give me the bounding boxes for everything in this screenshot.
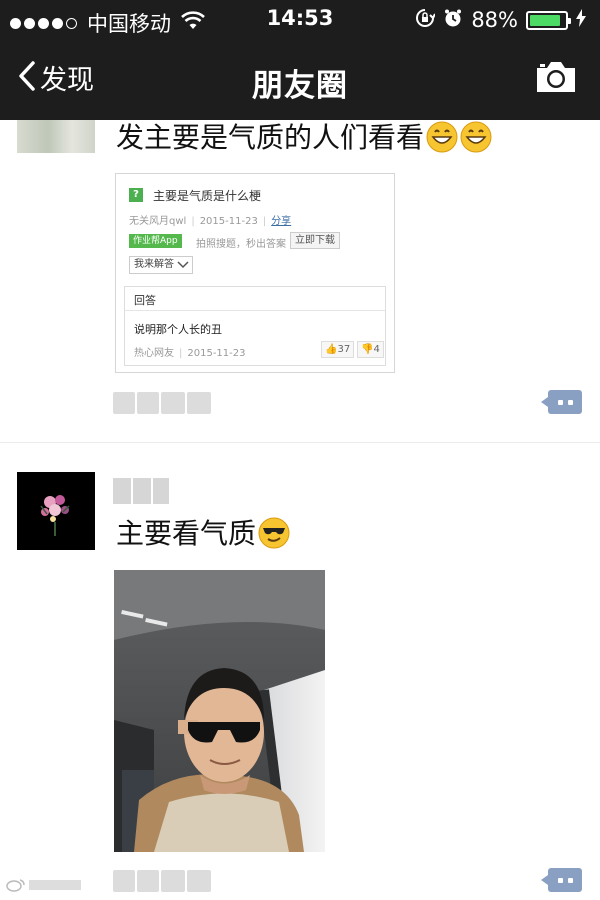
answer-box: 回答 说明那个人长的丑 热心网友 | 2015-11-23 👍37 👎4: [124, 286, 386, 366]
comment-button[interactable]: [541, 868, 582, 892]
sunglasses-face-emoji-icon: [258, 517, 290, 558]
app-badge: 作业帮App: [129, 234, 182, 248]
post-time-blurred: [113, 870, 211, 892]
grinning-face-emoji-icon: [460, 121, 492, 162]
grinning-face-emoji-icon: [426, 121, 458, 162]
avatar[interactable]: [17, 120, 95, 153]
selfie-in-car-photo: [114, 570, 325, 852]
question-icon: ?: [129, 188, 143, 202]
app-promo-text: 拍照搜题，秒出答案: [196, 239, 286, 250]
post-text-content: 主要看气质: [116, 517, 257, 550]
question-title: 主要是气质是什么梗: [153, 189, 262, 203]
moments-feed[interactable]: 发主要是气质的人们看看 ? 主要是气质是什么梗 无关风月qwl | 2015-11-…: [0, 120, 600, 900]
flowers-avatar-image: [17, 472, 95, 550]
like-count: 👍37: [321, 341, 355, 358]
shared-screenshot-image[interactable]: ? 主要是气质是什么梗 无关风月qwl | 2015-11-23 | 分享 作业帮App…: [115, 173, 395, 373]
battery-level-fill: [530, 14, 560, 26]
weibo-logo-icon: [6, 879, 25, 892]
answer-button-label: 我来解答: [134, 259, 174, 270]
share-link: 分享: [271, 216, 292, 227]
rotation-lock-icon: [415, 8, 437, 32]
post-photo[interactable]: [114, 570, 325, 852]
post-text: 主要看气质: [116, 516, 290, 558]
question-date: 2015-11-23: [199, 216, 258, 227]
username-blurred: [113, 478, 169, 504]
post-text-content: 发主要是气质的人们看看: [116, 121, 425, 154]
page-title: 朋友圈: [252, 68, 348, 104]
watermark-logo: [6, 878, 81, 892]
dislike-count: 👎4: [357, 341, 384, 358]
battery-percent: 88%: [471, 8, 518, 32]
comment-button[interactable]: [541, 390, 582, 414]
answer-meta: 热心网友 | 2015-11-23: [134, 348, 246, 359]
download-button: 立即下载: [290, 232, 340, 249]
alarm-icon: [443, 8, 463, 32]
answer-button: 我来解答: [129, 256, 193, 274]
question-author: 无关风月qwl: [129, 216, 187, 227]
battery-icon: [526, 10, 571, 30]
navigation-bar: 发现 朋友圈: [0, 40, 600, 120]
answer-date: 2015-11-23: [187, 348, 246, 359]
like-count-value: 37: [337, 344, 351, 355]
camera-icon: [537, 62, 575, 92]
camera-button[interactable]: [534, 59, 578, 99]
avatar[interactable]: [17, 472, 95, 550]
chevron-down-icon: [177, 261, 189, 269]
post-divider: [0, 442, 600, 443]
answer-text: 说明那个人长的丑: [134, 323, 222, 336]
post-time-blurred: [113, 392, 211, 414]
dislike-count-value: 4: [373, 344, 380, 355]
answer-header: 回答: [125, 287, 385, 311]
answer-author: 热心网友: [134, 348, 174, 359]
post-text: 发主要是气质的人们看看: [116, 120, 492, 162]
charging-icon: [576, 9, 586, 31]
question-meta: 无关风月qwl | 2015-11-23 | 分享: [129, 216, 292, 227]
status-bar: 中国移动 14:53 88%: [0, 0, 600, 40]
